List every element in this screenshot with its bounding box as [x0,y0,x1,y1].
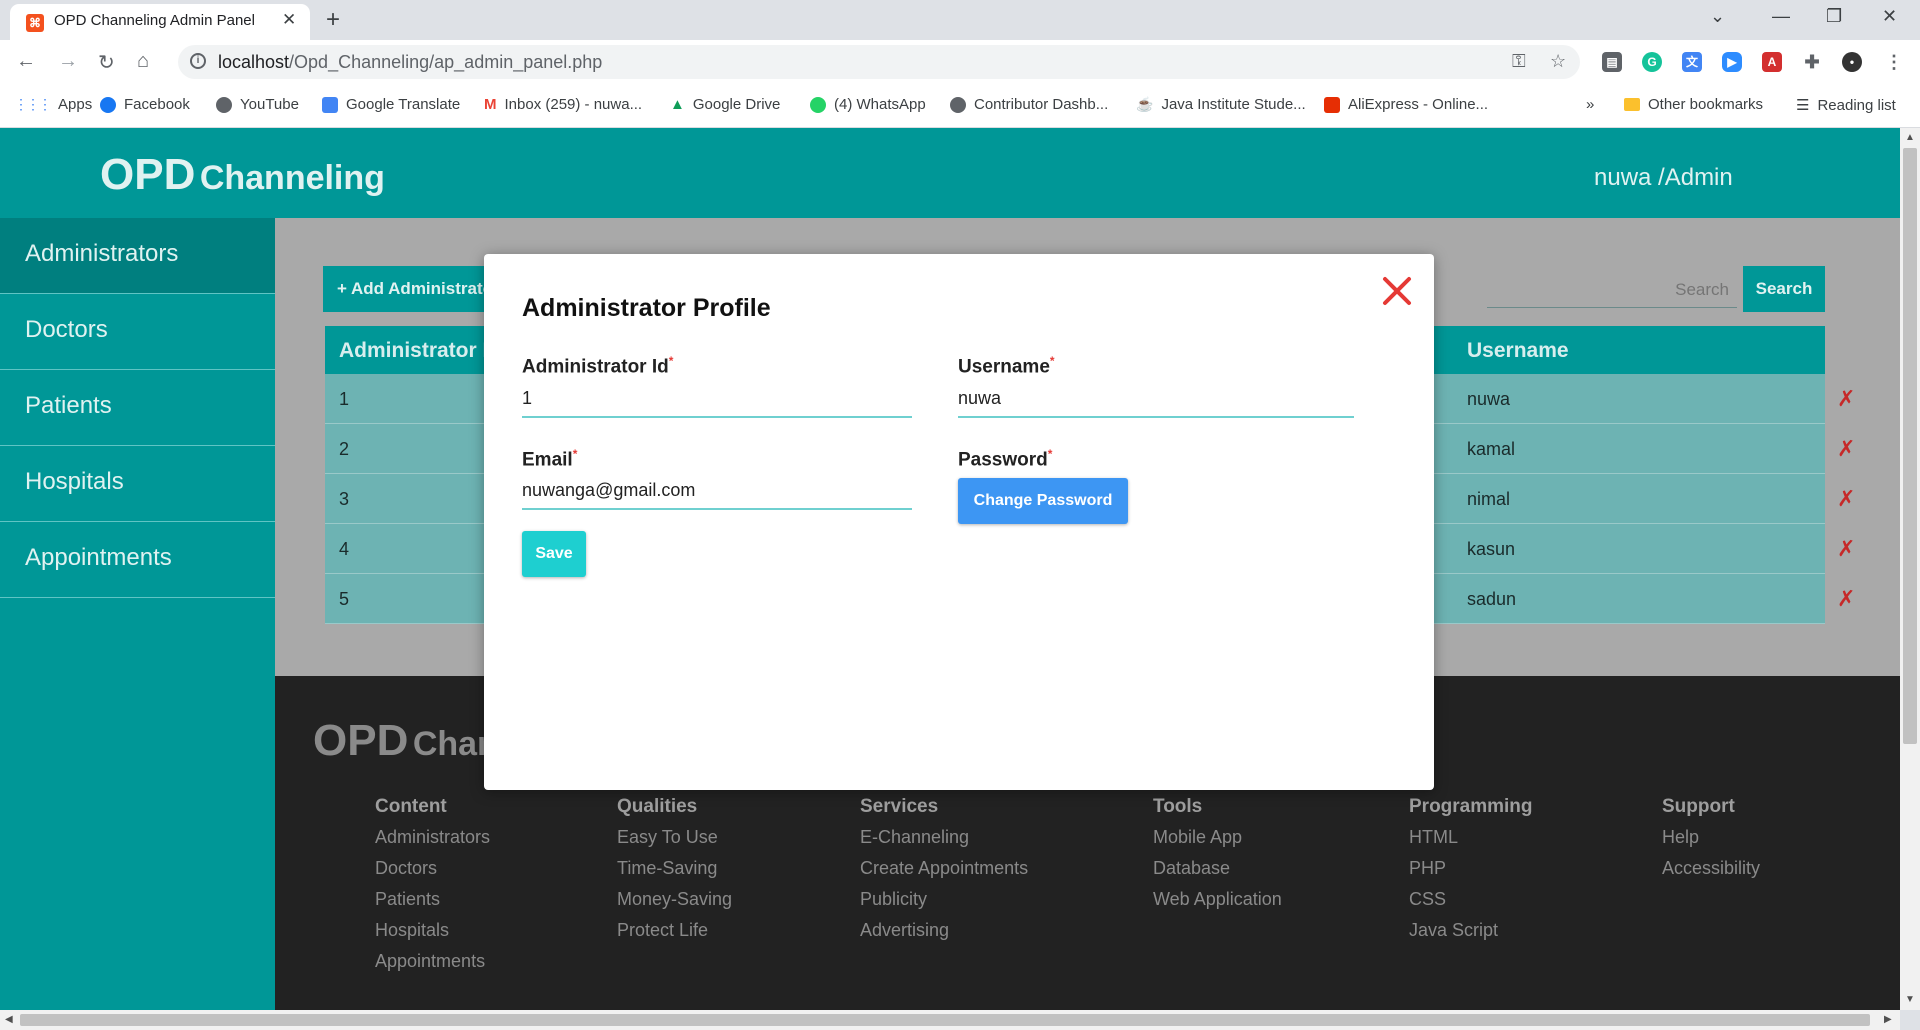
required-mark: * [1049,354,1055,368]
required-mark: * [668,354,674,368]
globe-icon [216,96,232,113]
zoom-extension-icon[interactable]: ▶ [1722,52,1742,72]
java-icon: ☕ [1136,96,1154,112]
modal-title: Administrator Profile [522,294,771,322]
admin-id-field[interactable] [522,384,912,418]
horizontal-scrollbar[interactable]: ◀ ▶ [0,1010,1900,1030]
url-text[interactable]: localhost/Opd_Channeling/ap_admin_panel.… [218,52,602,73]
apps-grid-icon: ⋮⋮⋮ [14,96,52,112]
bookmark-aliexpress[interactable]: AliExpress - Online... [1324,96,1488,113]
pdf-extension-icon[interactable]: A [1762,52,1782,72]
tab-close-icon[interactable]: ✕ [282,10,296,30]
browser-tab[interactable]: ⌘ OPD Channeling Admin Panel ✕ [10,4,310,40]
translate-icon [322,96,338,113]
url-path: /Opd_Channeling/ap_admin_panel.php [289,52,603,72]
bookmark-apps[interactable]: ⋮⋮⋮ Apps [14,96,92,113]
bookmark-label: Facebook [124,96,190,113]
tab-search-chevron-icon[interactable]: ⌄ [1710,6,1725,27]
save-button[interactable]: Save [522,531,586,577]
bookmark-contributor[interactable]: Contributor Dashb... [950,96,1108,113]
admin-id-label: Administrator Id* [522,354,673,378]
folder-icon [1624,98,1640,111]
site-info-icon[interactable]: i [190,53,206,69]
bookmark-java-institute[interactable]: ☕ Java Institute Stude... [1136,96,1306,113]
email-label: Email* [522,447,577,471]
bookmark-label: Google Translate [346,96,461,113]
reading-list-icon: ☰ [1796,97,1810,114]
browser-toolbar: ← → ↻ ⌂ i localhost/Opd_Channeling/ap_ad… [0,40,1920,84]
translate-extension-icon[interactable]: 文 [1682,52,1702,72]
bookmark-gmail[interactable]: M Inbox (259) - nuwa... [484,96,642,113]
tab-strip: ⌘ OPD Channeling Admin Panel ✕ + ⌄ — ❐ ✕ [0,0,1920,40]
forward-icon[interactable]: → [58,50,78,73]
bookmark-google-drive[interactable]: ▲ Google Drive [670,96,780,113]
extensions-puzzle-icon[interactable]: ✚ [1802,52,1822,72]
bookmark-facebook[interactable]: Facebook [100,96,190,113]
tab-title: OPD Channeling Admin Panel [54,12,255,29]
back-icon[interactable]: ← [16,50,36,73]
change-password-button[interactable]: Change Password [958,478,1128,524]
bookmark-label: Google Drive [692,96,781,113]
username-field[interactable] [958,384,1354,418]
page-viewport: OPD Channeling nuwa /Admin Administrator… [0,128,1900,1010]
bookmark-label: Other bookmarks [1648,96,1764,113]
bookmark-label: Contributor Dashb... [974,96,1109,113]
facebook-icon [100,96,116,113]
browser-chrome: ⌘ OPD Channeling Admin Panel ✕ + ⌄ — ❐ ✕… [0,0,1920,128]
grammarly-icon[interactable]: G [1642,52,1662,72]
scroll-right-arrow-icon[interactable]: ▶ [1884,1014,1892,1025]
new-tab-icon[interactable]: + [326,6,340,34]
gmail-icon: M [484,96,497,113]
scroll-up-arrow-icon[interactable]: ▲ [1905,132,1915,143]
bookmark-label: Reading list [1817,96,1896,114]
globe-icon [950,96,966,113]
label-text: Username [958,356,1050,378]
profile-avatar[interactable]: • [1842,52,1862,72]
aliexpress-icon [1324,96,1340,113]
key-icon[interactable]: ⚿ [1512,51,1526,72]
required-mark: * [572,447,578,461]
url-host: localhost [218,52,290,72]
home-icon[interactable]: ⌂ [137,50,149,73]
required-mark: * [1047,447,1053,461]
bookmark-youtube[interactable]: YouTube [216,96,299,113]
horizontal-scroll-thumb[interactable] [20,1014,1870,1026]
scroll-left-arrow-icon[interactable]: ◀ [5,1014,13,1025]
minimize-icon[interactable]: — [1772,6,1790,27]
vertical-scroll-thumb[interactable] [1903,148,1917,744]
administrator-profile-modal: Administrator Profile Administrator Id* … [484,254,1434,790]
menu-kebab-icon[interactable]: ⋮ [1884,52,1904,72]
scroll-down-arrow-icon[interactable]: ▼ [1905,994,1915,1005]
whatsapp-icon [810,96,826,113]
bookmarks-bar: ⋮⋮⋮ Apps Facebook YouTube Google Transla… [0,84,1920,128]
label-text: Password [958,449,1048,471]
bookmark-google-translate[interactable]: Google Translate [322,96,460,113]
bookmark-label: Inbox (259) - nuwa... [504,96,643,113]
label-text: Email [522,449,573,471]
other-bookmarks-folder[interactable]: Other bookmarks [1624,96,1763,113]
password-label: Password* [958,447,1052,471]
bookmark-label: Java Institute Stude... [1161,96,1306,113]
reading-list-button[interactable]: ☰ Reading list [1796,96,1896,115]
vertical-scrollbar[interactable]: ▲ ▼ [1900,128,1920,1010]
email-field[interactable] [522,476,912,510]
bookmark-label: YouTube [240,96,299,113]
bookmark-whatsapp[interactable]: (4) WhatsApp [810,96,926,113]
address-bar[interactable]: i localhost/Opd_Channeling/ap_admin_pane… [178,45,1580,79]
bookmark-label: Apps [58,96,93,113]
reload-icon[interactable]: ↻ [98,50,115,75]
site-favicon-icon: ⌘ [26,14,44,32]
username-label: Username* [958,354,1055,378]
bookmark-label: AliExpress - Online... [1348,96,1489,113]
drive-icon: ▲ [670,96,685,113]
label-text: Administrator Id [522,356,669,378]
bookmark-label: (4) WhatsApp [834,96,926,113]
more-bookmarks-button[interactable]: » [1586,96,1594,113]
bookmark-star-icon[interactable]: ☆ [1550,51,1566,72]
reader-extension-icon[interactable]: ▤ [1602,52,1622,72]
close-icon[interactable] [1380,274,1414,308]
restore-icon[interactable]: ❐ [1826,6,1842,27]
window-close-icon[interactable]: ✕ [1882,6,1897,27]
